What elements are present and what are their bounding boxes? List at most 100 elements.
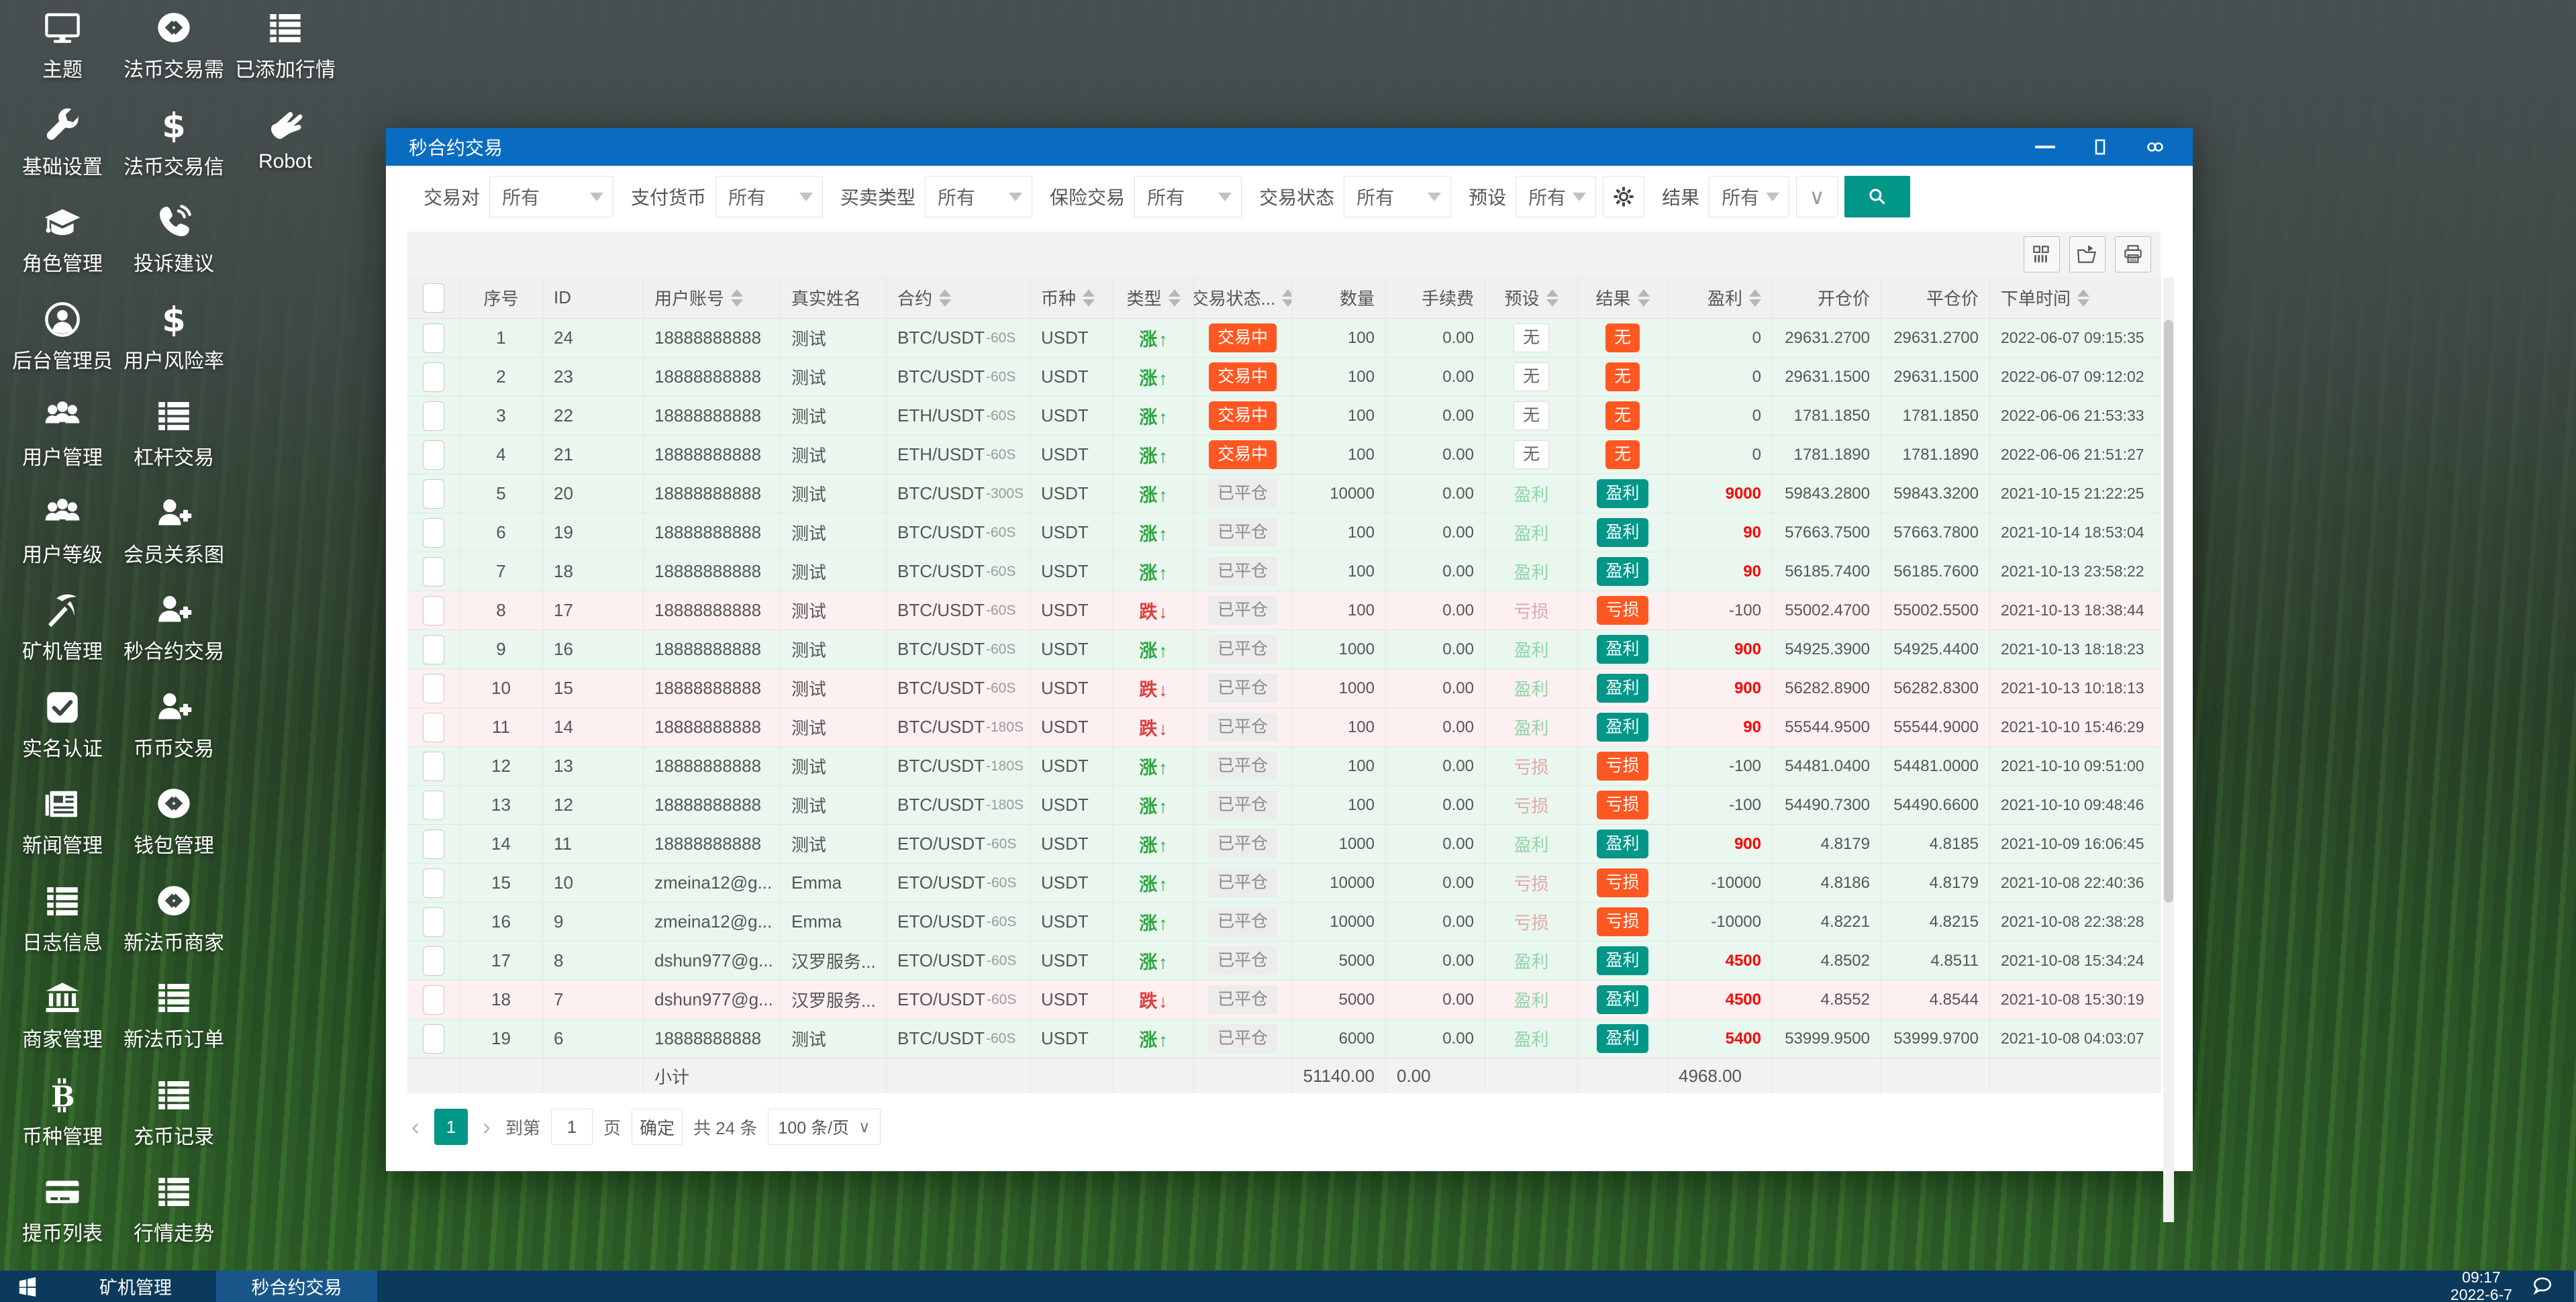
confirm-page-button[interactable]: 确定	[632, 1109, 683, 1145]
notifications-button[interactable]	[2531, 1275, 2554, 1298]
desktop-icon-merchant-management[interactable]: 商家管理	[7, 979, 118, 1052]
session-loop-button[interactable]	[2142, 134, 2169, 160]
column-header-coin[interactable]: 币种	[1030, 277, 1113, 318]
expand-search-button[interactable]: ∨	[1796, 176, 1838, 217]
prev-page-button[interactable]: ‹	[407, 1113, 424, 1141]
column-header-time[interactable]: 下单时间	[1990, 277, 2161, 318]
row-checkbox[interactable]	[422, 790, 444, 820]
row-checkbox[interactable]	[422, 362, 444, 392]
column-header-qty[interactable]: 数量	[1292, 277, 1386, 318]
row-checkbox[interactable]	[422, 751, 444, 781]
row-checkbox[interactable]	[422, 595, 444, 625]
desktop-icon-withdraw-list[interactable]: 提币列表	[7, 1173, 118, 1246]
columns-button[interactable]	[2024, 236, 2060, 272]
desktop-icon-member-relation-map[interactable]: 会员关系图	[118, 495, 230, 568]
filter-pay-currency-select[interactable]: 所有	[715, 176, 824, 217]
sort-icon[interactable]	[1749, 289, 1761, 307]
desktop-icon-added-markets[interactable]: 已添加行情	[230, 9, 341, 83]
start-button[interactable]	[0, 1270, 55, 1302]
row-checkbox[interactable]	[422, 712, 444, 742]
filter-trade-status-select[interactable]: 所有	[1344, 176, 1452, 217]
row-checkbox[interactable]	[422, 323, 444, 353]
desktop-icon-basic-settings[interactable]: 基础设置	[7, 107, 118, 180]
desktop-icon-role-management[interactable]: 角色管理	[7, 203, 118, 277]
sort-icon[interactable]	[2077, 289, 2090, 307]
row-checkbox[interactable]	[422, 946, 444, 976]
filter-trade-type-select[interactable]: 所有	[925, 176, 1033, 217]
column-header-name[interactable]: 真实姓名	[781, 277, 887, 318]
column-header-result[interactable]: 结果	[1578, 277, 1668, 318]
preset-button[interactable]: 无	[1513, 401, 1549, 430]
sort-icon[interactable]	[939, 289, 952, 307]
preset-button[interactable]: 无	[1513, 323, 1549, 352]
minimize-button[interactable]	[2032, 134, 2059, 160]
desktop-icon-user-management[interactable]: 用户管理	[7, 397, 118, 470]
page-size-select[interactable]: 100 条/页 ∨	[768, 1109, 881, 1145]
desktop-icon-market-trend[interactable]: 行情走势	[118, 1173, 230, 1246]
window-titlebar[interactable]: 秒合约交易	[386, 128, 2193, 166]
filter-insurance-select[interactable]: 所有	[1134, 176, 1242, 217]
row-checkbox[interactable]	[422, 868, 444, 898]
column-header-open[interactable]: 开仓价	[1773, 277, 1881, 318]
sort-icon[interactable]	[1282, 289, 1291, 307]
scrollbar-thumb[interactable]	[2164, 320, 2173, 903]
desktop-icon-complaints[interactable]: 投诉建议	[118, 203, 230, 277]
filter-preset-select[interactable]: 所有	[1516, 176, 1597, 217]
desktop-icon-fiat-trade-demand[interactable]: 法币交易需	[118, 9, 230, 83]
row-checkbox[interactable]	[422, 985, 444, 1015]
row-checkbox[interactable]	[422, 401, 444, 431]
desktop-icon-news-management[interactable]: 新闻管理	[7, 785, 118, 858]
goto-page-input[interactable]: 1	[551, 1109, 593, 1145]
desktop-icon-deposit-records[interactable]: 充币记录	[118, 1076, 230, 1150]
desktop-icon-theme[interactable]: 主题	[7, 9, 118, 83]
desktop-icon-miner-management[interactable]: 矿机管理	[7, 591, 118, 664]
row-checkbox[interactable]	[422, 1023, 444, 1054]
preset-settings-button[interactable]	[1603, 176, 1645, 217]
column-header-preset[interactable]: 预设	[1485, 277, 1578, 318]
sort-icon[interactable]	[1546, 289, 1558, 307]
filter-result-select[interactable]: 所有	[1709, 176, 1790, 217]
column-header-type[interactable]: 类型	[1113, 277, 1194, 318]
row-checkbox[interactable]	[422, 556, 444, 587]
row-checkbox[interactable]	[422, 440, 444, 470]
desktop-icon-user-level[interactable]: 用户等级	[7, 495, 118, 568]
desktop-icon-log-info[interactable]: 日志信息	[7, 883, 118, 956]
preset-button[interactable]: 无	[1513, 362, 1549, 391]
next-page-button[interactable]: ›	[479, 1113, 495, 1141]
desktop-icon-coin-management[interactable]: 币种管理	[7, 1076, 118, 1150]
taskbar-clock[interactable]: 09:17 2022-6-7	[2450, 1268, 2512, 1302]
sort-icon[interactable]	[731, 289, 744, 307]
sort-icon[interactable]	[1168, 289, 1181, 307]
desktop-icon-wallet-management[interactable]: 钱包管理	[118, 785, 230, 858]
row-checkbox[interactable]	[422, 634, 444, 664]
column-header-account[interactable]: 用户账号	[644, 277, 781, 318]
column-header-id[interactable]: ID	[543, 277, 644, 318]
taskbar-task-miner-management[interactable]: 矿机管理	[55, 1270, 216, 1302]
column-header-close[interactable]: 平仓价	[1881, 277, 1990, 318]
desktop-icon-leverage-trade[interactable]: 杠杆交易	[118, 397, 230, 470]
column-header-contract[interactable]: 合约	[887, 277, 1030, 318]
restore-button[interactable]	[2087, 134, 2114, 160]
column-header-profit[interactable]: 盈利	[1668, 277, 1773, 318]
sort-icon[interactable]	[1083, 289, 1095, 307]
desktop-icon-new-fiat-merchant[interactable]: 新法币商家	[118, 883, 230, 956]
filter-pair-select[interactable]: 所有	[489, 176, 614, 217]
desktop-icon-user-risk-rate[interactable]: 用户风险率	[118, 301, 230, 374]
row-checkbox[interactable]	[422, 517, 444, 548]
column-header-chk[interactable]	[407, 277, 460, 318]
column-header-fee[interactable]: 手续费	[1386, 277, 1485, 318]
export-button[interactable]	[2069, 236, 2106, 272]
page-number-button[interactable]: 1	[434, 1109, 468, 1145]
taskbar-task-second-contract[interactable]: 秒合约交易	[216, 1270, 377, 1302]
desktop-icon-second-contract[interactable]: 秒合约交易	[118, 591, 230, 664]
row-checkbox[interactable]	[422, 673, 444, 703]
row-checkbox[interactable]	[422, 479, 444, 509]
desktop-icon-coin-trade[interactable]: 币币交易	[118, 689, 230, 762]
print-button[interactable]	[2115, 236, 2151, 272]
row-checkbox[interactable]	[422, 829, 444, 859]
sort-icon[interactable]	[1637, 289, 1650, 307]
column-header-seq[interactable]: 序号	[460, 277, 543, 318]
search-button[interactable]	[1844, 176, 1911, 217]
desktop-icon-robot[interactable]: Robot	[230, 107, 341, 173]
select-all-checkbox[interactable]	[422, 283, 444, 313]
